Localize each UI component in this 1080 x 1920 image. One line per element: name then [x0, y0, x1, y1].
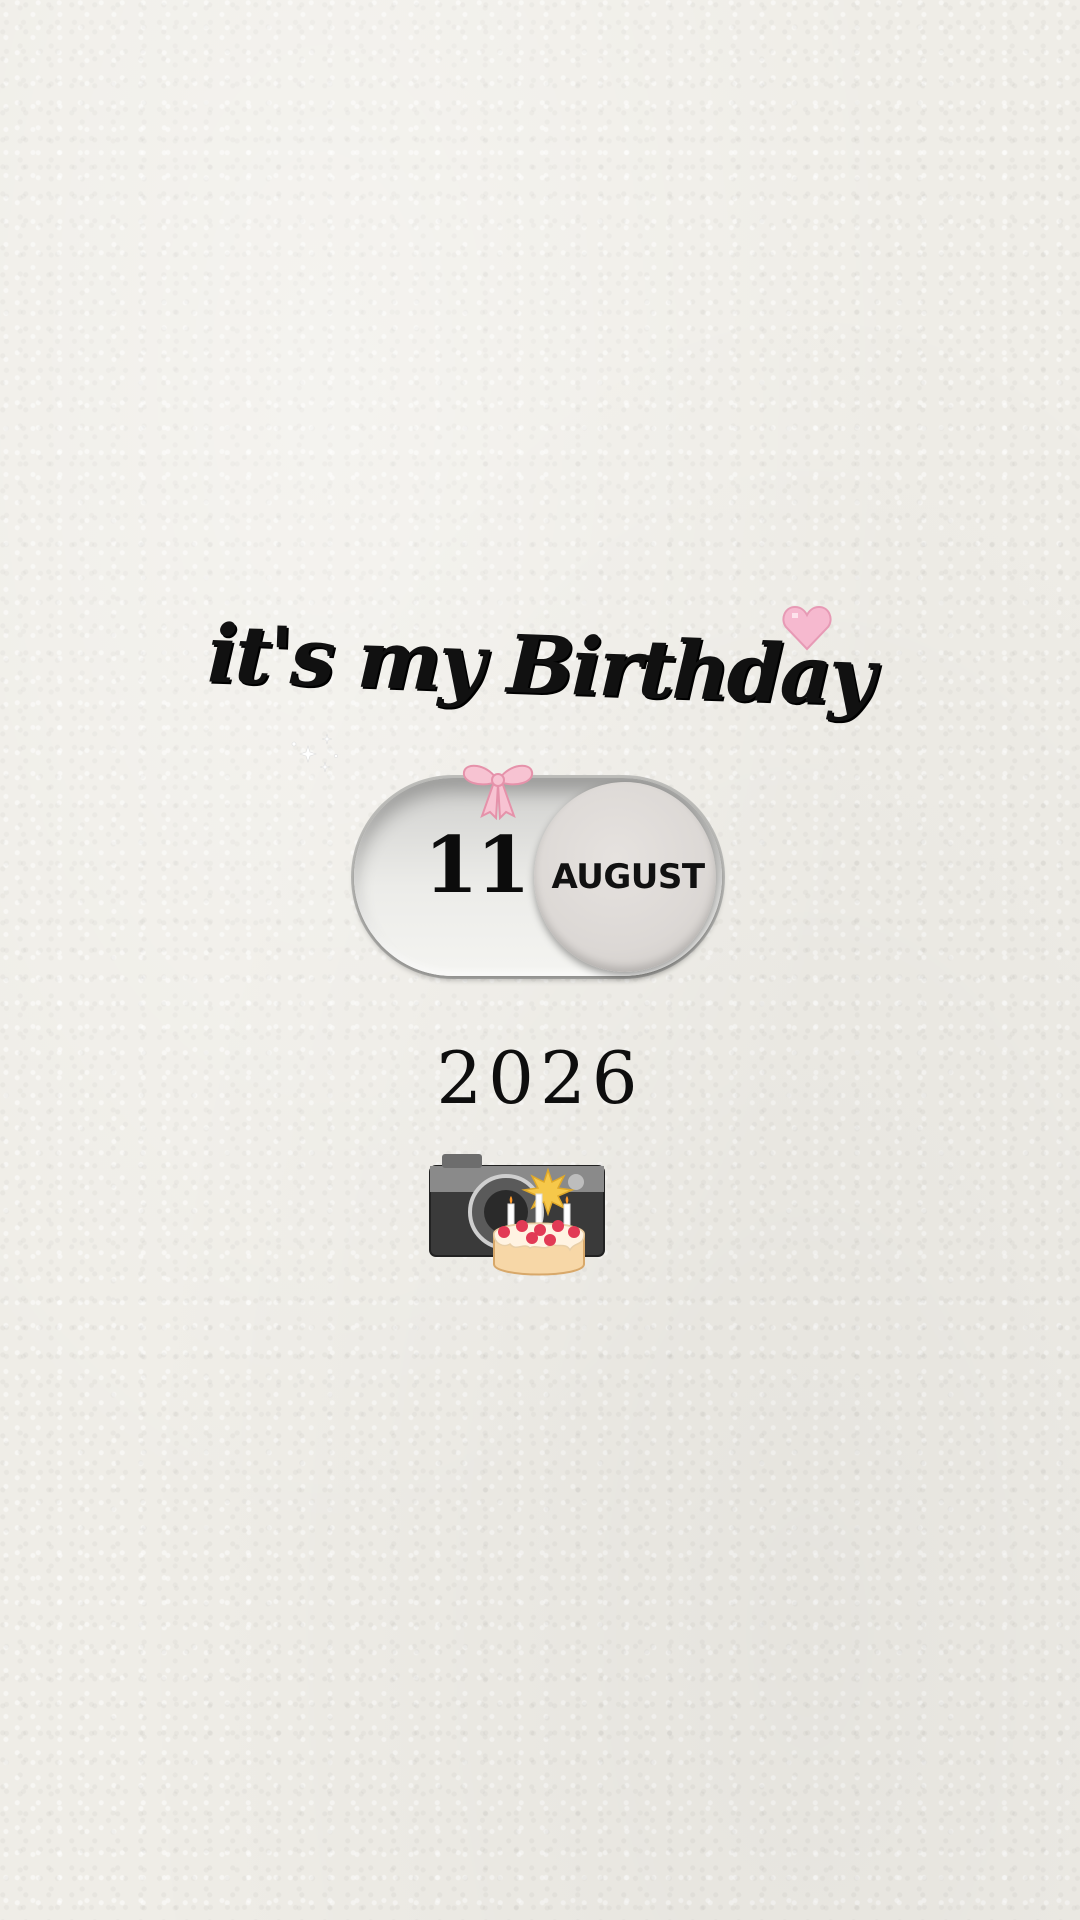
date-day: 11: [424, 820, 531, 911]
cake-icon: [493, 1167, 585, 1276]
date-month: AUGUST: [551, 857, 705, 897]
sparkle-icon: [291, 733, 338, 773]
year-label: 2026: [436, 1036, 644, 1120]
date-toggle: 11 AUGUST: [354, 778, 722, 976]
toggle-knob: AUGUST: [534, 782, 716, 972]
bow-icon: [462, 764, 534, 820]
heart-icon: [782, 605, 832, 651]
